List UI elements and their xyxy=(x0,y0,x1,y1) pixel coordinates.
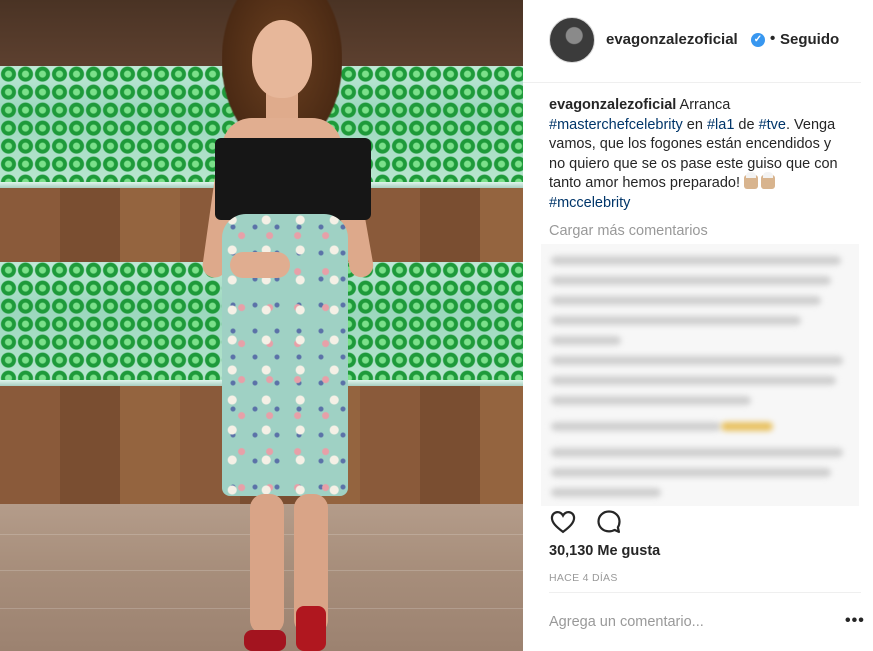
post-timestamp[interactable]: HACE 4 DÍAS xyxy=(549,572,618,584)
follow-status-button[interactable]: Seguido xyxy=(780,31,839,48)
post-header: evagonzalezoficial ✓ • Seguido xyxy=(523,0,861,83)
cook-emoji-icon xyxy=(744,172,759,190)
comment-input[interactable] xyxy=(549,614,819,630)
more-options-icon[interactable]: ••• xyxy=(845,612,865,630)
header-separator: • xyxy=(770,30,776,47)
post-photo[interactable] xyxy=(0,0,523,651)
caption-text: Arranca xyxy=(676,97,731,113)
load-more-comments-link[interactable]: Cargar más comentarios xyxy=(549,223,708,239)
header-username[interactable]: evagonzalezoficial xyxy=(606,31,738,48)
heart-icon[interactable] xyxy=(549,508,577,536)
post-side-panel: evagonzalezoficial ✓ • Seguido evagonzal… xyxy=(523,0,873,651)
blurred-comment-line xyxy=(551,422,721,431)
likes-count[interactable]: 30,130 Me gusta xyxy=(549,543,660,559)
blurred-comment-line xyxy=(551,448,843,457)
blurred-comment-line xyxy=(551,276,831,285)
blurred-comment-line xyxy=(551,296,821,305)
hashtag-link[interactable]: #la1 xyxy=(707,117,734,133)
blurred-comment-line xyxy=(551,256,841,265)
cook-emoji-icon xyxy=(761,172,776,190)
blurred-comment-line xyxy=(551,336,621,345)
blurred-comment-line xyxy=(551,316,801,325)
blurred-comment-line xyxy=(551,356,843,365)
avatar[interactable] xyxy=(549,17,595,63)
hashtag-link[interactable]: #tve xyxy=(759,117,786,133)
hashtag-link[interactable]: #mccelebrity xyxy=(549,195,630,211)
caption-text: de xyxy=(734,116,759,133)
hashtag-link[interactable]: #masterchefcelebrity xyxy=(549,117,683,133)
blurred-comment-line xyxy=(551,488,661,497)
blurred-comment-line xyxy=(551,468,831,477)
blurred-comment-line xyxy=(551,396,751,405)
divider xyxy=(549,592,861,593)
blurred-comment-line xyxy=(551,376,836,385)
photo-person xyxy=(0,0,523,651)
blurred-emoji xyxy=(721,422,773,431)
caption-text: en xyxy=(682,116,707,133)
verified-badge-icon: ✓ xyxy=(751,33,765,47)
post-caption: evagonzalezoficial Arranca #masterchefce… xyxy=(549,96,849,214)
comments-list-blurred xyxy=(541,244,859,506)
comment-bubble-icon[interactable] xyxy=(595,508,623,536)
caption-username[interactable]: evagonzalezoficial xyxy=(549,97,676,113)
